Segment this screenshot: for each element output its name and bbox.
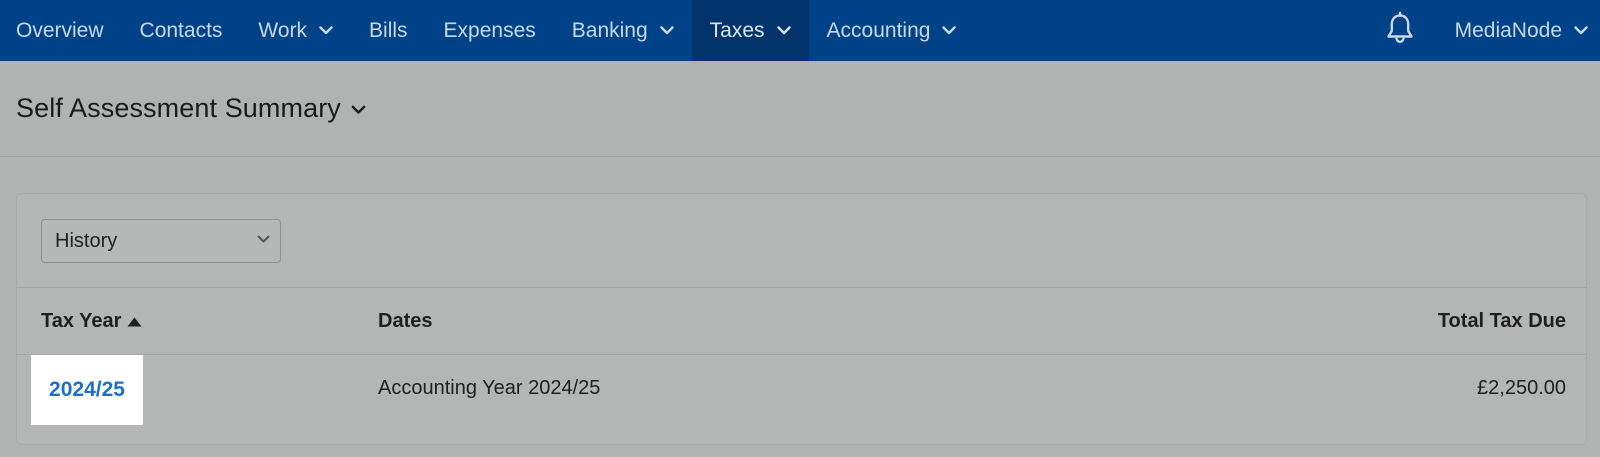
dates-cell: Accounting Year 2024/25 xyxy=(378,355,600,421)
nav-item-expenses[interactable]: Expenses xyxy=(426,0,554,61)
page-header: Self Assessment Summary xyxy=(0,61,1600,157)
nav-item-label: Contacts xyxy=(139,18,223,42)
bell-icon xyxy=(1383,11,1417,50)
nav-item-work[interactable]: Work xyxy=(240,0,351,61)
column-header-dates: Dates xyxy=(378,288,432,355)
nav-item-contacts[interactable]: Contacts xyxy=(122,0,241,61)
nav-item-accounting[interactable]: Accounting xyxy=(809,0,975,61)
column-header-tax-year[interactable]: Tax Year xyxy=(41,288,142,355)
chevron-down-icon xyxy=(257,235,270,244)
page-title: Self Assessment Summary xyxy=(16,93,341,123)
tax-year-link[interactable]: 2024/25 xyxy=(31,355,143,425)
notifications-button[interactable] xyxy=(1363,11,1437,50)
account-label: MediaNode xyxy=(1454,18,1562,42)
nav-item-label: Overview xyxy=(16,18,104,42)
history-filter-select[interactable]: History xyxy=(41,219,281,263)
nav-right-group: MediaNode xyxy=(1363,0,1600,61)
column-header-total-tax-due: Total Tax Due xyxy=(1438,288,1566,355)
column-header-label: Dates xyxy=(378,310,433,332)
nav-item-label: Work xyxy=(258,18,308,42)
nav-item-label: Expenses xyxy=(443,18,536,42)
summary-card: History Tax Year Dates Total Tax Due 202… xyxy=(16,193,1587,445)
column-header-label: Tax Year xyxy=(41,310,122,332)
table-header: Tax Year Dates Total Tax Due xyxy=(17,288,1586,355)
account-menu[interactable]: MediaNode xyxy=(1437,0,1600,61)
chevron-down-icon xyxy=(659,26,674,35)
sort-ascending-icon xyxy=(127,317,142,327)
total-tax-due-value: £2,250.00 xyxy=(1477,376,1566,399)
nav-item-label: Accounting xyxy=(826,18,931,42)
chevron-down-icon xyxy=(942,26,957,35)
chevron-down-icon xyxy=(351,105,366,115)
nav-item-taxes[interactable]: Taxes xyxy=(691,0,809,61)
filter-row: History xyxy=(17,194,1586,288)
column-header-label: Total Tax Due xyxy=(1437,310,1566,332)
table-row: 2024/25 Accounting Year 2024/25 £2,250.0… xyxy=(17,355,1586,425)
page-title-dropdown[interactable]: Self Assessment Summary xyxy=(16,93,366,124)
dates-value: Accounting Year 2024/25 xyxy=(378,376,601,399)
total-tax-due-cell: £2,250.00 xyxy=(1477,355,1566,421)
nav-item-bills[interactable]: Bills xyxy=(351,0,426,61)
select-value: History xyxy=(55,229,118,252)
nav-item-label: Bills xyxy=(369,18,408,42)
nav-item-label: Taxes xyxy=(709,18,765,42)
nav-item-banking[interactable]: Banking xyxy=(554,0,692,61)
tax-year-value: 2024/25 xyxy=(49,378,125,401)
nav-item-label: Banking xyxy=(571,18,648,42)
chevron-down-icon xyxy=(1574,26,1588,35)
chevron-down-icon xyxy=(776,26,791,35)
nav-item-overview[interactable]: Overview xyxy=(0,0,122,61)
chevron-down-icon xyxy=(319,26,333,35)
top-navigation-bar: Overview Contacts Work Bills Expenses Ba… xyxy=(0,0,1600,61)
